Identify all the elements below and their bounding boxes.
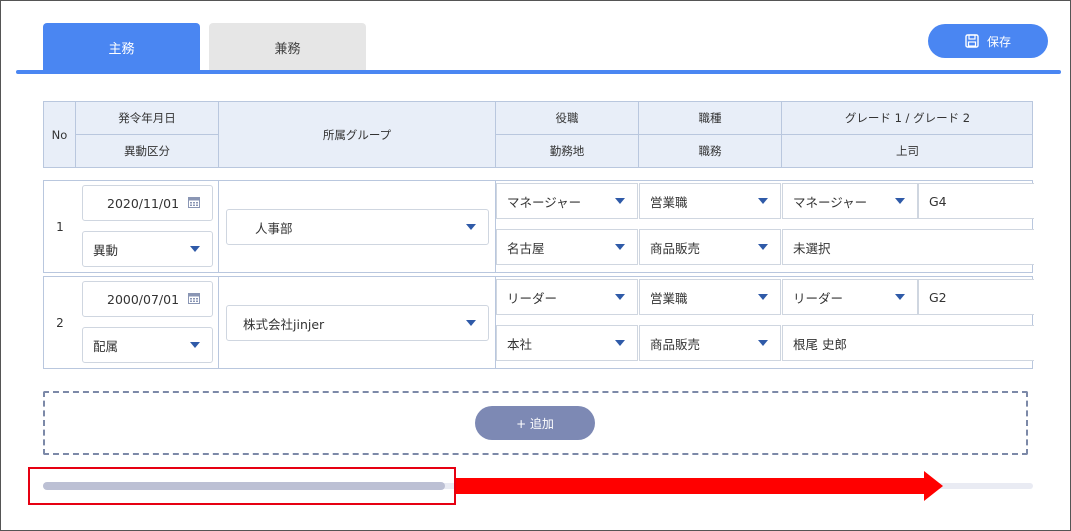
issue-date-value: 2020/11/01 xyxy=(107,195,180,211)
supervisor-input[interactable]: 未選択 xyxy=(782,229,1034,265)
issue-date-value: 2000/07/01 xyxy=(107,291,180,307)
duty-select[interactable]: 商品販売 xyxy=(639,229,781,265)
position-select[interactable]: リーダー xyxy=(496,279,638,315)
change-type-select[interactable]: 異動 xyxy=(82,231,213,267)
duty-value: 商品販売 xyxy=(650,336,701,352)
change-type-value: 配属 xyxy=(93,338,119,354)
job-type-select[interactable]: 営業職 xyxy=(639,279,781,315)
group-select[interactable]: 人事部 xyxy=(226,209,489,245)
work-location-select[interactable]: 本社 xyxy=(496,325,638,361)
chevron-down-icon xyxy=(190,342,200,348)
header-work-location: 勤務地 xyxy=(549,144,585,158)
divider xyxy=(218,277,219,368)
chevron-down-icon xyxy=(895,294,905,300)
table-row: 2 2000/07/01 配属 株式会社jinjer リーダー 本社 営業職 商… xyxy=(43,276,1034,369)
issue-date-input[interactable]: 2000/07/01 xyxy=(82,281,213,317)
issue-date-input[interactable]: 2020/11/01 xyxy=(82,185,213,221)
group-value: 株式会社jinjer xyxy=(243,316,325,332)
grade2-input[interactable]: G2 xyxy=(918,279,1034,315)
position-value: マネージャー xyxy=(507,194,582,210)
tab-main-duty-label: 主務 xyxy=(108,41,135,57)
supervisor-input[interactable]: 根尾 史郎 xyxy=(782,325,1034,361)
annotation-highlight-box xyxy=(28,467,456,505)
grade2-input[interactable]: G4 xyxy=(918,183,1034,219)
row-number: 1 xyxy=(56,219,64,234)
header-issue-date: 発令年月日 xyxy=(118,111,176,125)
duty-select[interactable]: 商品販売 xyxy=(639,325,781,361)
work-location-value: 本社 xyxy=(507,336,533,352)
header-group: 所属グループ xyxy=(322,127,392,142)
header-grade: グレード 1 / グレード 2 xyxy=(844,111,971,125)
header-change-type: 異動区分 xyxy=(124,144,170,158)
header-position: 役職 xyxy=(555,111,579,125)
group-value: 人事部 xyxy=(255,220,293,236)
header-supervisor: 上司 xyxy=(896,144,919,158)
chevron-down-icon xyxy=(190,246,200,252)
annotation-arrow-head xyxy=(924,471,943,501)
grade1-value: リーダー xyxy=(793,290,844,306)
divider xyxy=(218,181,219,272)
work-location-value: 名古屋 xyxy=(507,240,545,256)
chevron-down-icon xyxy=(615,294,625,300)
grade1-select[interactable]: マネージャー xyxy=(782,183,918,219)
chevron-down-icon xyxy=(615,340,625,346)
chevron-down-icon xyxy=(758,198,768,204)
calendar-icon[interactable] xyxy=(188,292,200,304)
tab-underline xyxy=(16,70,1061,74)
add-row-button-label: + 追加 xyxy=(516,416,554,431)
header-duty: 職務 xyxy=(698,144,722,158)
supervisor-value: 根尾 史郎 xyxy=(793,336,847,352)
job-type-value: 営業職 xyxy=(650,290,688,306)
add-row-button[interactable]: + 追加 xyxy=(475,406,595,440)
row-number: 2 xyxy=(56,315,64,330)
save-button[interactable]: 保存 xyxy=(928,24,1048,58)
supervisor-value: 未選択 xyxy=(793,240,831,256)
header-job-type: 職種 xyxy=(698,111,722,125)
table-header: No 発令年月日 異動区分 所属グループ 役職 勤務地 職種 職務 グレード 1… xyxy=(43,101,1033,168)
work-location-select[interactable]: 名古屋 xyxy=(496,229,638,265)
chevron-down-icon xyxy=(758,244,768,250)
position-value: リーダー xyxy=(507,290,558,306)
grade2-value: G4 xyxy=(929,193,947,209)
chevron-down-icon xyxy=(758,340,768,346)
chevron-down-icon xyxy=(615,244,625,250)
tab-concurrent-duty[interactable]: 兼務 xyxy=(209,23,366,71)
tab-main-duty[interactable]: 主務 xyxy=(43,23,200,71)
group-select[interactable]: 株式会社jinjer xyxy=(226,305,489,341)
calendar-icon[interactable] xyxy=(188,196,200,208)
grade2-value: G2 xyxy=(929,289,947,305)
tab-concurrent-duty-label: 兼務 xyxy=(274,41,301,57)
change-type-value: 異動 xyxy=(93,242,119,258)
position-select[interactable]: マネージャー xyxy=(496,183,638,219)
job-type-value: 営業職 xyxy=(650,194,688,210)
chevron-down-icon xyxy=(466,224,476,230)
chevron-down-icon xyxy=(466,320,476,326)
grade1-select[interactable]: リーダー xyxy=(782,279,918,315)
annotation-arrow-shaft xyxy=(456,478,926,494)
chevron-down-icon xyxy=(895,198,905,204)
chevron-down-icon xyxy=(758,294,768,300)
save-button-label: 保存 xyxy=(986,34,1011,49)
table-row: 1 2020/11/01 異動 人事部 マネージャー 名古屋 営業職 商品販売 … xyxy=(43,180,1034,273)
change-type-select[interactable]: 配属 xyxy=(82,327,213,363)
chevron-down-icon xyxy=(615,198,625,204)
header-no: No xyxy=(51,127,68,142)
grade1-value: マネージャー xyxy=(793,194,868,210)
save-icon xyxy=(965,34,979,48)
job-type-select[interactable]: 営業職 xyxy=(639,183,781,219)
duty-value: 商品販売 xyxy=(650,240,701,256)
